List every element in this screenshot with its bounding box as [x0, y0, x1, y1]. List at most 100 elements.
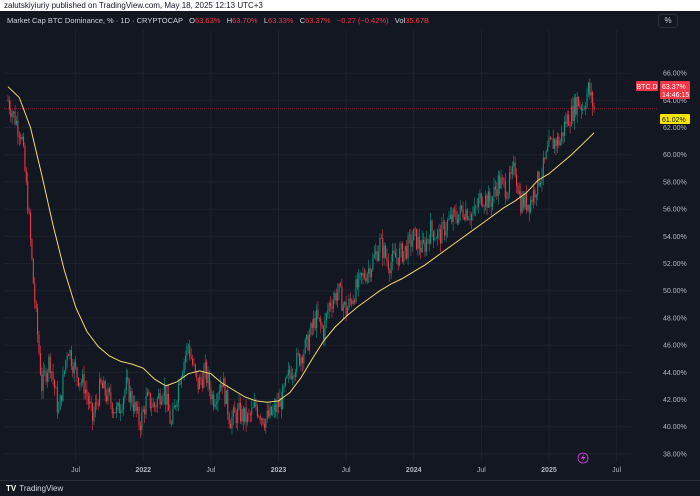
candle-body [479, 193, 481, 199]
candle-body [492, 196, 494, 207]
candle-body [306, 334, 308, 340]
candle-body [528, 204, 530, 213]
x-axis[interactable]: Jul 2022 Jul 2023 Jul 2024 Jul 2025 Jul [71, 467, 621, 474]
candle-body [575, 97, 577, 115]
candle-body [530, 199, 532, 213]
x-tick-label: 2023 [271, 467, 287, 474]
candle-body [577, 96, 580, 107]
candle-body [34, 283, 36, 303]
candle-body [425, 239, 427, 252]
candle-body [356, 279, 358, 288]
candle-body [454, 209, 456, 212]
candle-body [276, 401, 278, 413]
candle-body [396, 257, 398, 259]
candle-body [380, 237, 382, 239]
candle-body [28, 212, 30, 213]
candle-body [89, 401, 91, 404]
candle-body [483, 206, 485, 207]
candle-body [130, 391, 132, 402]
candle-body [394, 252, 396, 258]
candle-body [120, 411, 122, 414]
candle-body [8, 100, 10, 110]
candle-body [572, 106, 574, 121]
candle-body [424, 242, 426, 252]
candle-body [191, 358, 194, 365]
candle-body [570, 106, 573, 126]
candles [7, 78, 595, 438]
candle-body [97, 402, 99, 406]
candle-body [93, 412, 95, 422]
y-axis[interactable]: 66.00%64.00%62.00%60.00%58.00%56.00%54.0… [663, 71, 687, 459]
candle-body [182, 372, 184, 378]
candle-body [552, 138, 554, 149]
candle-body [393, 250, 395, 253]
candle-body [141, 411, 143, 431]
candle-body [10, 109, 12, 117]
candle-body [131, 391, 133, 405]
x-tick-label: Jul [477, 467, 486, 474]
candle-body [482, 204, 484, 207]
candle-body [451, 214, 453, 223]
candle-body [330, 302, 332, 307]
candle-body [284, 377, 287, 386]
candle-body [579, 106, 581, 107]
candle-body [520, 191, 522, 213]
candle-body [222, 378, 225, 388]
candle-body [354, 300, 356, 303]
candle-body [197, 377, 199, 390]
candle-body [431, 220, 433, 232]
candle-body [444, 222, 446, 236]
y-tick-label: 38.00% [663, 451, 687, 458]
candle-body [166, 394, 168, 405]
candle-body [441, 221, 443, 244]
candle-body [590, 91, 592, 96]
candle-body [413, 228, 415, 241]
candle-body [242, 408, 244, 422]
candle-body [55, 387, 57, 389]
candle-body [255, 402, 257, 407]
candle-body [556, 136, 558, 147]
candle-body [493, 186, 495, 197]
candle-body [230, 423, 232, 429]
candle-body [265, 418, 267, 428]
candle-body [68, 355, 70, 356]
candle-body [475, 206, 477, 208]
candle-body [534, 189, 536, 198]
candle-body [459, 205, 461, 215]
candle-body [397, 257, 399, 265]
y-tick-label: 62.00% [663, 125, 687, 132]
candle-body [108, 388, 110, 393]
candle-body [332, 300, 334, 309]
candle-body [365, 278, 367, 282]
candle-body [45, 370, 47, 382]
candle-body [184, 355, 187, 362]
price-chart[interactable]: 66.00%64.00%62.00%60.00%58.00%56.00%54.0… [0, 0, 700, 480]
candle-body [221, 384, 223, 388]
candle-body [15, 120, 18, 125]
candle-body [37, 307, 39, 335]
candle-body [84, 389, 87, 394]
candle-body [32, 258, 34, 284]
candle-body [134, 401, 136, 412]
candle-body [48, 356, 50, 373]
price-badge: BTC.D 63.37% 14:46:15 [636, 81, 690, 99]
candle-body [214, 403, 216, 408]
candle-body [177, 383, 180, 403]
candle-body [65, 360, 67, 371]
candle-body [270, 406, 272, 415]
lightning-icon[interactable] [577, 452, 589, 464]
candle-body [510, 172, 512, 174]
candle-body [53, 380, 56, 389]
candle-body [593, 106, 595, 109]
candle-body [531, 199, 533, 202]
candle-body [379, 237, 381, 253]
candle-body [341, 286, 343, 311]
candle-body [401, 243, 403, 262]
candle-body [514, 162, 516, 176]
candle-body [24, 145, 26, 171]
candle-body [299, 353, 301, 366]
candle-body [486, 195, 488, 208]
candle-body [487, 191, 489, 208]
candle-body [224, 378, 226, 405]
candle-body [587, 82, 589, 94]
